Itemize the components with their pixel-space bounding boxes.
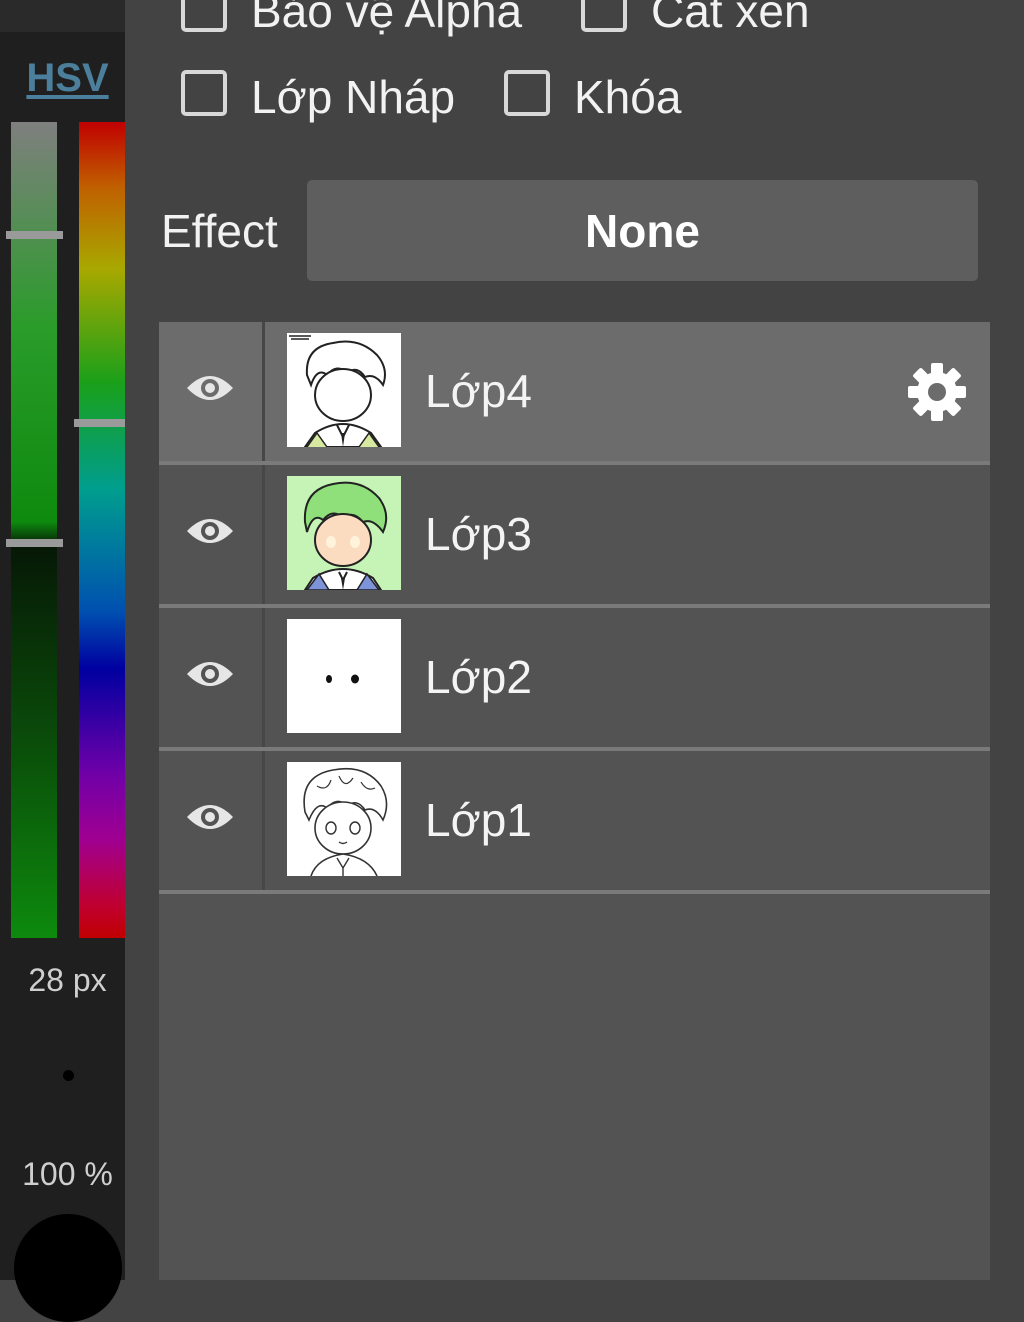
checkbox-draft-layer[interactable] (181, 70, 227, 116)
checkbox-clipping[interactable] (581, 0, 627, 32)
layer-thumbnail-lop3 (287, 476, 401, 590)
brush-size-label[interactable]: 28 px (0, 962, 135, 999)
layer-row-lop3[interactable]: Lớp3 (159, 465, 990, 604)
eye-icon[interactable] (185, 656, 235, 692)
eyes-only-thumbnail (287, 619, 401, 733)
eye-icon[interactable] (185, 513, 235, 549)
column-divider (262, 751, 265, 890)
column-divider (262, 322, 265, 461)
layer-thumbnail-lop1 (287, 762, 401, 876)
layer-row-lop1[interactable]: Lớp1 (159, 751, 990, 890)
layer-row-lop4[interactable]: Lớp4 (159, 322, 990, 461)
opacity-label[interactable]: 100 % (0, 1156, 135, 1193)
column-divider (262, 465, 265, 604)
colored-green-thumbnail (287, 476, 401, 590)
value-handle[interactable] (6, 539, 63, 547)
hue-slider[interactable] (79, 122, 125, 938)
layer-name-lop3: Lớp3 (425, 508, 532, 560)
layer-thumbnail-lop4 (287, 333, 401, 447)
gear-icon[interactable] (907, 362, 967, 422)
effect-value: None (585, 204, 700, 257)
color-tool-panel: HSV 28 px 100 % (0, 0, 125, 1322)
checkbox-lock[interactable] (504, 70, 550, 116)
checkbox-alpha-protect-label: Bảo vệ Alpha (251, 0, 523, 37)
effect-label: Effect (161, 205, 278, 257)
eye-icon[interactable] (185, 370, 235, 406)
checkbox-lock-label: Khóa (574, 71, 682, 123)
layer-row-lop2[interactable]: Lớp2 (159, 608, 990, 747)
sketch-thumbnail (287, 762, 401, 876)
hue-handle[interactable] (74, 419, 125, 427)
layer-name-lop4: Lớp4 (425, 365, 532, 417)
saturation-value-slider[interactable] (11, 122, 57, 938)
panel-top-strip (0, 0, 125, 32)
effect-dropdown-button[interactable]: None (307, 180, 978, 281)
checkbox-draft-layer-label: Lớp Nháp (251, 71, 456, 123)
color-mode-toggle[interactable]: HSV (0, 56, 135, 101)
current-color-swatch[interactable] (14, 1214, 122, 1322)
column-divider (262, 608, 265, 747)
line-art-with-sign-thumbnail (287, 333, 401, 447)
row-divider (159, 890, 990, 894)
layer-name-lop2: Lớp2 (425, 651, 532, 703)
layer-list: Lớp4 Lớp3 Lớp2 Lớp1 (159, 322, 990, 1280)
layer-thumbnail-lop2 (287, 619, 401, 733)
brush-preview-dot (63, 1070, 74, 1081)
checkbox-clipping-label: Cắt xén (651, 0, 810, 37)
checkbox-alpha-protect[interactable] (181, 0, 227, 32)
eye-icon[interactable] (185, 799, 235, 835)
layer-name-lop1: Lớp1 (425, 794, 532, 846)
saturation-handle[interactable] (6, 231, 63, 239)
